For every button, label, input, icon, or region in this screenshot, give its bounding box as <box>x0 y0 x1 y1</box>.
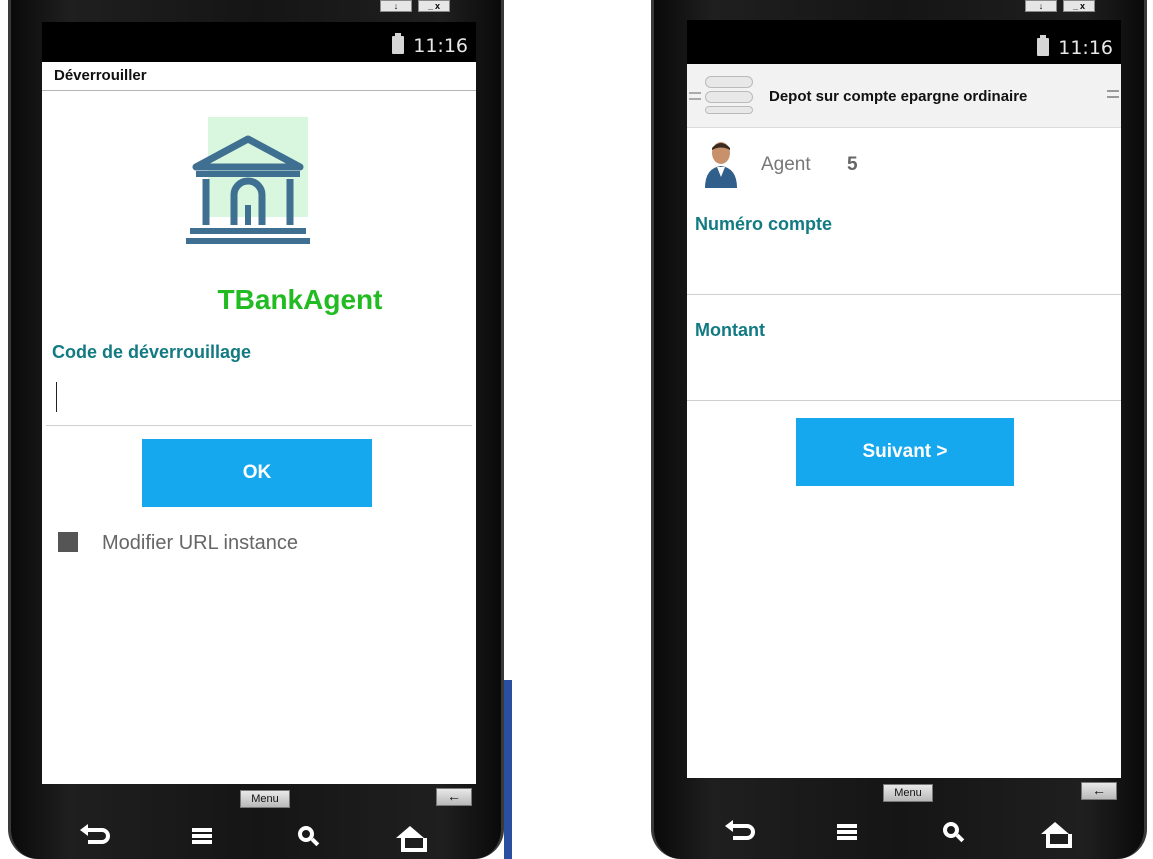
ok-button[interactable]: OK <box>142 439 372 507</box>
home-icon[interactable] <box>1035 818 1075 848</box>
back-icon[interactable] <box>80 822 120 852</box>
phone-left: ↓ _ x 11:16 Déverrouiller TBankAgent Cod… <box>0 0 512 859</box>
back-soft-key[interactable]: ← <box>1081 782 1117 800</box>
agent-value: 5 <box>847 154 858 175</box>
close-button[interactable]: x <box>435 1 440 11</box>
menu-lines-icon[interactable] <box>689 92 701 100</box>
drawer-menu-icon[interactable] <box>705 76 755 120</box>
back-icon[interactable] <box>725 818 765 848</box>
battery-icon <box>1037 35 1049 56</box>
amount-label: Montant <box>695 320 765 340</box>
search-icon[interactable] <box>288 822 328 852</box>
phone-right: ↓ _ x 11:16 Depot sur compte epargne ord… <box>643 0 1153 859</box>
close-button[interactable]: x <box>1080 1 1085 11</box>
restore-button[interactable]: ↓ <box>1025 0 1057 12</box>
overflow-lines-icon[interactable] <box>1107 90 1119 98</box>
emulator-soft-keys: Menu ← <box>687 778 1121 808</box>
deposit-screen: Depot sur compte epargne ordinaire Agent… <box>687 64 1121 778</box>
menu-icon[interactable] <box>182 822 222 852</box>
account-number-label: Numéro compte <box>695 214 833 234</box>
text-caret <box>56 382 57 412</box>
hardware-keys <box>42 816 476 859</box>
status-bar: 11:16 <box>687 20 1121 64</box>
account-number-input[interactable] <box>687 255 1121 295</box>
desktop-edge <box>504 680 512 859</box>
minimize-button[interactable]: _ <box>1073 1 1078 11</box>
next-button[interactable]: Suivant > <box>796 418 1014 486</box>
min-close-group: _ x <box>418 0 450 12</box>
emulator-soft-keys: Menu ← <box>42 784 476 814</box>
status-bar: 11:16 <box>42 22 476 62</box>
page-title: Déverrouiller <box>42 62 476 91</box>
back-soft-key[interactable]: ← <box>436 788 472 806</box>
minimize-button[interactable]: _ <box>428 1 433 11</box>
unlock-code-input[interactable] <box>46 374 472 426</box>
window-controls: ↓ _ x <box>1025 0 1095 12</box>
status-time: 11:16 <box>1058 37 1113 59</box>
modify-url-label[interactable]: Modifier URL instance <box>102 532 298 555</box>
agent-label: Agent <box>761 154 811 175</box>
menu-soft-key[interactable]: Menu <box>883 784 933 802</box>
status-time: 11:16 <box>413 35 468 57</box>
amount-input[interactable] <box>687 361 1121 401</box>
menu-soft-key[interactable]: Menu <box>240 790 290 808</box>
action-bar: Depot sur compte epargne ordinaire <box>687 64 1121 128</box>
search-icon[interactable] <box>933 818 973 848</box>
restore-button[interactable]: ↓ <box>380 0 412 12</box>
agent-avatar-icon <box>705 142 737 188</box>
bank-icon <box>186 117 310 244</box>
modify-url-checkbox[interactable] <box>58 532 78 552</box>
page-title: Depot sur compte epargne ordinaire <box>769 88 1028 105</box>
unlock-code-label: Code de déverrouillage <box>52 342 252 362</box>
hardware-keys <box>687 812 1121 855</box>
app-name: TBankAgent <box>217 284 383 315</box>
battery-icon <box>392 33 404 54</box>
window-controls: ↓ _ x <box>380 0 450 12</box>
unlock-screen: Déverrouiller TBankAgent Code de déverro… <box>42 62 476 784</box>
home-icon[interactable] <box>390 822 430 852</box>
menu-icon[interactable] <box>827 818 867 848</box>
min-close-group: _ x <box>1063 0 1095 12</box>
